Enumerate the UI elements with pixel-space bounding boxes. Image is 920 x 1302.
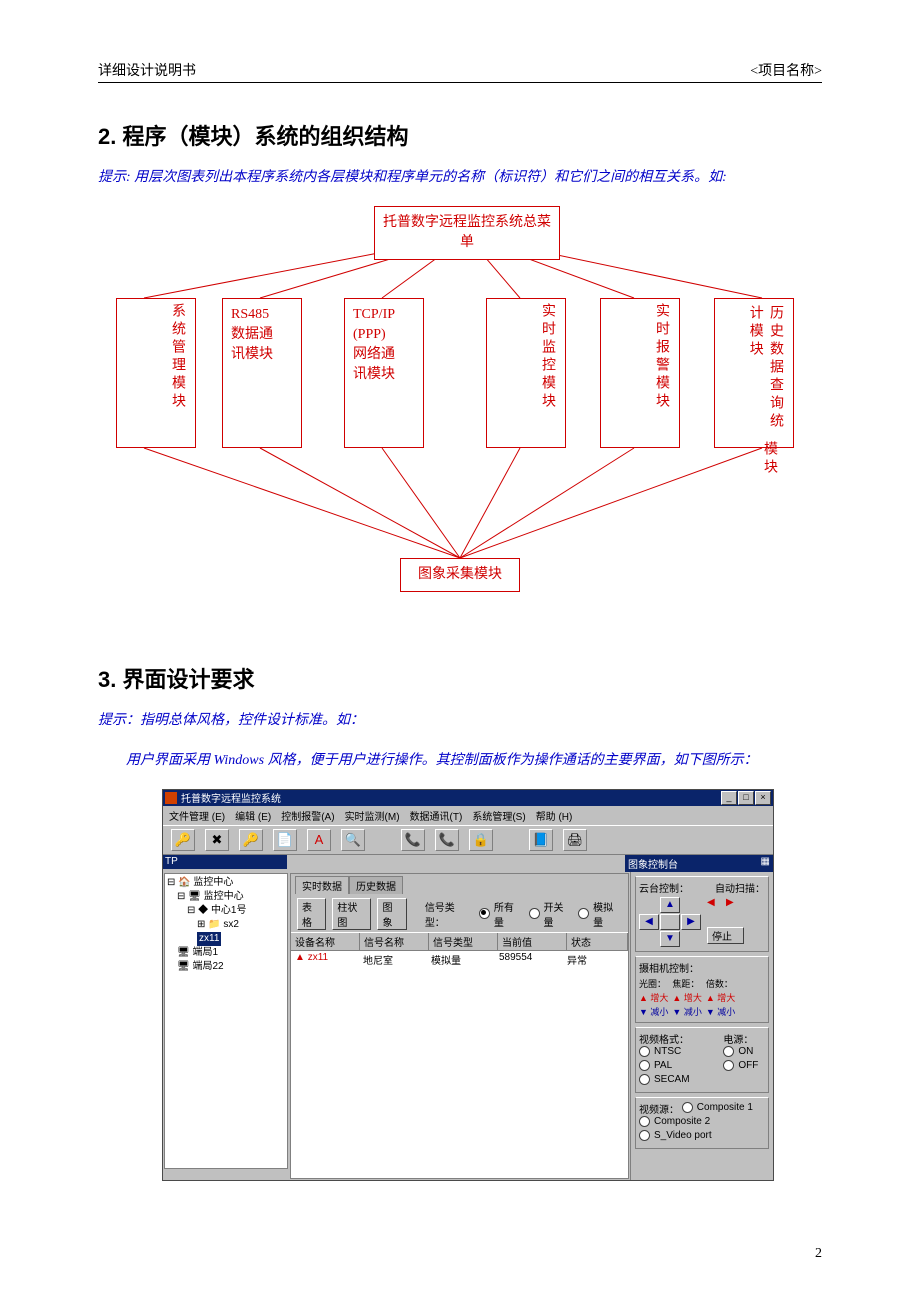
vsrc-svideo[interactable]: S_Video port [639, 1130, 712, 1141]
btn-pillar[interactable]: 柱状图 [332, 898, 371, 930]
module-box-4: 实时监控模块 [486, 298, 566, 448]
focus-dec[interactable]: ▼ 减小 [672, 1005, 701, 1018]
page-number: 2 [815, 1246, 822, 1262]
vfmt-pal[interactable]: PAL [639, 1060, 672, 1071]
ptz-up-icon: ▲ [660, 897, 680, 913]
radio-analog[interactable]: 模拟量 [578, 899, 622, 929]
radio-all[interactable]: 所有量 [479, 899, 523, 929]
tool-sheet-icon[interactable]: 📄 [273, 829, 297, 851]
menu-file[interactable]: 文件管理 (E) [169, 808, 225, 823]
data-table-header: 设备名称 信号名称 信号类型 当前值 状态 [291, 932, 628, 951]
section-3-tip-2: 用户界面采用 Windows 风格，便于用户进行操作。其控制面板作为操作通话的主… [98, 748, 822, 775]
tool-phone-icon[interactable]: 📞 [401, 829, 425, 851]
module-hierarchy-diagram: 托普数字远程监控系统总菜单 系统管理模块 RS485 数据通 讯模块 TCP/I… [100, 206, 820, 646]
radio-switch[interactable]: 开关量 [529, 899, 573, 929]
tool-key-icon[interactable]: 🔑 [171, 829, 195, 851]
module-box-5: 实时报警模块 [600, 298, 680, 448]
table-row[interactable]: ▲ zx11 地尼室 模拟量 589554 异常 [291, 951, 628, 968]
module-box-3: TCP/IP (PPP) 网络通 讯模块 [344, 298, 424, 448]
maximize-button[interactable]: □ [738, 791, 754, 805]
close-button[interactable]: × [755, 791, 771, 805]
power-off[interactable]: OFF [723, 1060, 758, 1071]
tree-view[interactable]: ⊟ 🏠 监控中心 ⊟ 🖥 监控中心 ⊟ ◆ 中心1号 ⊞ 📁 sx2 zx11 … [164, 873, 288, 1169]
tool-book-icon[interactable]: 📘 [529, 829, 553, 851]
module-box-1: 系统管理模块 [116, 298, 196, 448]
main-panel: 实时数据 历史数据 表格 柱状图 图象 信号类型： 所有量 开关量 模拟量 设备… [290, 873, 629, 1179]
tree-selected-item[interactable]: zx11 [197, 932, 221, 946]
screenshot-app-window: 托普数字远程监控系统 _ □ × 文件管理 (E) 编辑 (E) 控制报警(A)… [162, 789, 774, 1181]
module-box-6: 历史数据查询统计模块 模块 [714, 298, 794, 448]
menu-alarm[interactable]: 控制报警(A) [281, 808, 334, 823]
tree-titlebar: TP [163, 855, 287, 869]
header-left: 详细设计说明书 [98, 60, 196, 80]
tool-key2-icon[interactable]: 🔑 [239, 829, 263, 851]
app-titlebar: 托普数字远程监控系统 _ □ × [163, 790, 773, 806]
grp-vfmt-power: 视频格式： NTSC PAL SECAM 电源： ON OFF [635, 1027, 769, 1093]
iris-inc[interactable]: ▲ 增大 [639, 991, 668, 1004]
tool-search-icon[interactable]: 🔍 [341, 829, 365, 851]
focus-inc[interactable]: ▲ 增大 [672, 991, 701, 1004]
tool-delete-icon[interactable]: ✖ [205, 829, 229, 851]
ptz-right-icon: ▶ [681, 914, 701, 930]
menu-sys[interactable]: 系统管理(S) [472, 808, 525, 823]
diagram-root-box: 托普数字远程监控系统总菜单 [374, 206, 560, 261]
right-control-panel: 云台控制：自动扫描： ▲ ◀▶ ▼ ◀▶ 停止 摄相机 [630, 872, 773, 1180]
label-sigtype: 信号类型： [425, 899, 473, 929]
ptz-dpad[interactable]: ▲ ◀ ▶ ▼ [639, 897, 701, 947]
menu-help[interactable]: 帮助 (H) [536, 808, 573, 823]
btn-image[interactable]: 图象 [377, 898, 406, 930]
app-title: 托普数字远程监控系统 [181, 790, 281, 805]
tool-lock-icon[interactable]: 🔒 [469, 829, 493, 851]
btn-table[interactable]: 表格 [297, 898, 326, 930]
btn-stop[interactable]: 停止 [707, 927, 744, 944]
menu-monitor[interactable]: 实时监测(M) [345, 808, 400, 823]
iris-dec[interactable]: ▼ 减小 [639, 1005, 668, 1018]
grp-ptz: 云台控制：自动扫描： ▲ ◀▶ ▼ ◀▶ 停止 [635, 876, 769, 952]
tab-history[interactable]: 历史数据 [349, 876, 403, 894]
power-on[interactable]: ON [723, 1046, 753, 1057]
vsrc-comp1[interactable]: Composite 1 [682, 1102, 753, 1113]
menu-comm[interactable]: 数据通讯(T) [410, 808, 463, 823]
section-2-tip: 提示: 用层次图表列出本程序系统内各层模块和程序单元的名称（标识符）和它们之间的… [98, 165, 822, 192]
module-box-2: RS485 数据通 讯模块 [222, 298, 302, 448]
app-toolbar: 🔑 ✖ 🔑 📄 A 🔍 📞 📞 🔒 📘 🖨 [163, 825, 773, 855]
tool-a-icon[interactable]: A [307, 829, 331, 851]
header-right: <项目名称> [750, 60, 822, 80]
vsrc-comp2[interactable]: Composite 2 [639, 1116, 710, 1127]
section-2-title: 2. 程序（模块）系统的组织结构 [98, 119, 822, 151]
menu-edit[interactable]: 编辑 (E) [235, 808, 271, 823]
tool-print-icon[interactable]: 🖨 [563, 829, 587, 851]
vfmt-secam[interactable]: SECAM [639, 1074, 690, 1085]
minimize-button[interactable]: _ [721, 791, 737, 805]
section-3-title: 3. 界面设计要求 [98, 662, 822, 694]
section-3-tip-1: 提示：指明总体风格，控件设计标准。如： [98, 708, 822, 735]
grp-vsrc: 视频源： Composite 1 Composite 2 S_Video por… [635, 1097, 769, 1149]
vfmt-ntsc[interactable]: NTSC [639, 1046, 681, 1057]
zoom-inc[interactable]: ▲ 增大 [706, 991, 735, 1004]
running-header: 详细设计说明书 <项目名称> [98, 60, 822, 83]
app-icon [165, 792, 177, 804]
tool-phone2-icon[interactable]: 📞 [435, 829, 459, 851]
zoom-dec[interactable]: ▼ 减小 [706, 1005, 735, 1018]
grp-camera: 摄相机控制： 光圈：▲ 增大▼ 减小 焦距：▲ 增大▼ 减小 倍数：▲ 增大▼ … [635, 956, 769, 1023]
diagram-child-box: 图象采集模块 [400, 558, 520, 592]
tab-realtime[interactable]: 实时数据 [295, 876, 349, 894]
ptz-left-icon: ◀ [639, 914, 659, 930]
ptz-down-icon: ▼ [660, 931, 680, 947]
right-panel-title: 图象控制台▦ [625, 855, 773, 872]
app-menubar: 文件管理 (E) 编辑 (E) 控制报警(A) 实时监测(M) 数据通讯(T) … [163, 806, 773, 825]
